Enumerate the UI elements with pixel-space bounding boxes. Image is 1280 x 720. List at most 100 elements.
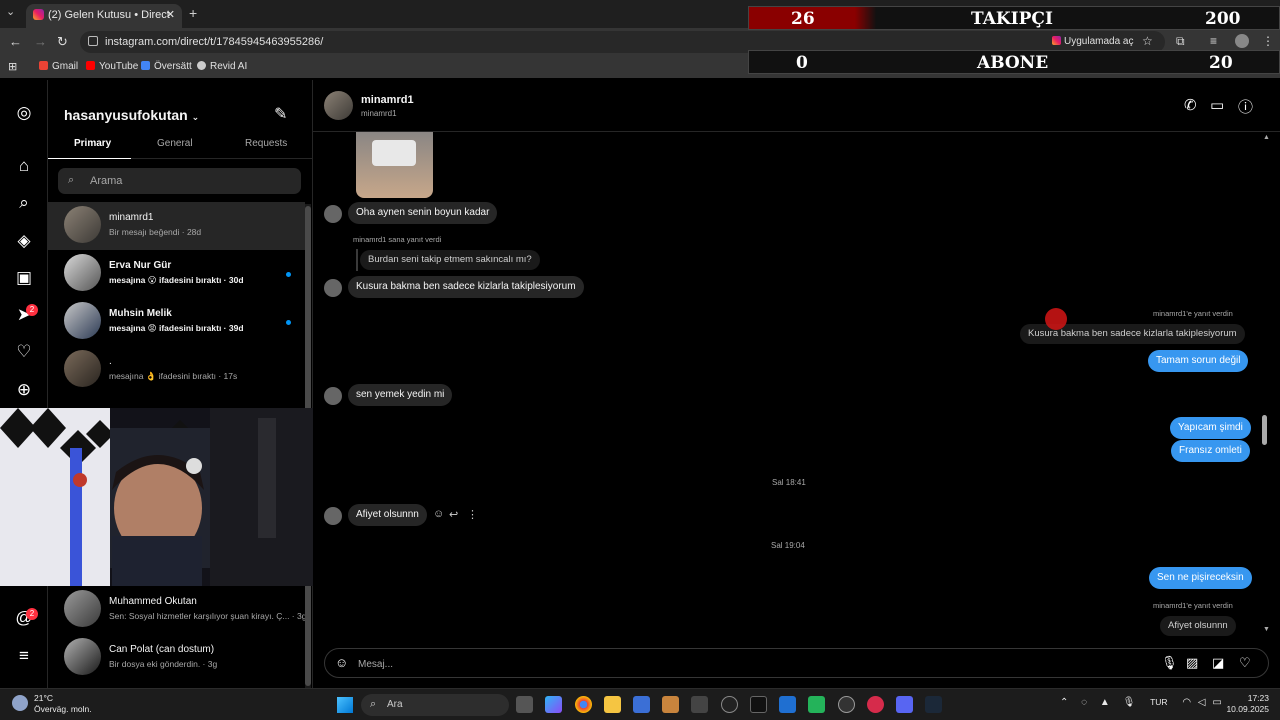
replied-quote[interactable]: Burdan seni takip etmem sakıncalı mı? [360,250,540,270]
conversation-item[interactable]: Muhammed Okutan Sen: Sosyal hizmetler ka… [48,586,306,634]
wifi-icon[interactable]: ◠ [1182,697,1191,708]
reply-arrow-icon[interactable]: ↩ [449,508,458,521]
chatgpt-icon[interactable] [721,696,738,713]
tray-app-icon[interactable]: ▲ [1100,697,1110,708]
bookmark-star-icon[interactable]: ☆ [1142,34,1153,48]
reading-list-icon[interactable]: ≡ [1210,34,1217,48]
profile-avatar[interactable] [1235,34,1249,48]
weather-cloud-icon[interactable] [12,695,28,711]
tab-primary[interactable]: Primary [74,138,111,149]
task-view-icon[interactable] [516,696,533,713]
new-message-icon[interactable]: ✎ [274,104,287,124]
like-heart-icon[interactable]: ♡ [1239,655,1251,671]
windows-start-icon[interactable] [337,697,353,713]
bookmark-gmail[interactable]: Gmail [39,61,78,72]
home-icon[interactable]: ⌂ [14,156,34,176]
react-emoji-icon[interactable]: ☺ [433,508,444,520]
microphone-icon[interactable]: 🎙 [1161,655,1178,671]
close-tab-icon[interactable]: ✕ [166,8,175,21]
message-input[interactable] [358,656,1058,672]
replied-quote[interactable]: Afiyet olsunnn [1160,616,1236,636]
avatar [64,590,101,627]
tab-title: (2) Gelen Kutusu • Direct [48,9,170,21]
search-icon[interactable]: ⌕ [14,193,34,213]
scroll-up-icon[interactable]: ▲ [1263,134,1270,141]
language-indicator[interactable]: TUR [1150,697,1167,707]
account-username[interactable]: hasanyusufokutan ⌄ [64,107,199,123]
more-options-icon[interactable]: ⋮ [467,508,478,521]
message-composer[interactable]: ☺ 🎙 ▨ ◪ ♡ [324,648,1269,678]
green-app-icon[interactable] [808,696,825,713]
tray-app-icon[interactable]: ◌ [1081,697,1087,708]
editor-icon[interactable] [779,696,796,713]
bookmark-translate[interactable]: Översätt [141,61,192,72]
search-box[interactable]: ⌕ [58,168,301,194]
extensions-icon[interactable]: ⧉ [1176,34,1185,49]
site-info-icon[interactable] [88,36,98,46]
forward-icon[interactable]: → [34,34,47,49]
reply-note: minamrd1 sana yanıt verdi [353,235,442,244]
create-icon[interactable]: ⊕ [14,380,34,400]
notifications-heart-icon[interactable]: ♡ [14,342,34,362]
app-icon[interactable] [691,696,708,713]
bookmark-youtube[interactable]: YouTube [86,61,138,72]
system-tray[interactable]: ⌃ ◌ ▲ 🎙 TUR ◠ ◁ ▭ [1060,697,1222,708]
battery-icon[interactable]: ▭ [1212,697,1221,708]
weather-widget[interactable]: 21°C Överväg. moln. [34,693,92,715]
chat-scrollbar-thumb[interactable] [1262,415,1267,445]
recording-app-icon[interactable] [867,696,884,713]
tab-general[interactable]: General [157,138,193,149]
mic-icon[interactable]: 🎙 [1123,697,1136,708]
apps-grid-icon[interactable]: ⊞ [8,60,17,73]
steam-icon[interactable] [925,696,942,713]
peer-avatar[interactable] [324,91,353,120]
chrome-icon[interactable] [575,696,592,713]
obs-icon[interactable] [838,696,855,713]
conversation-name: Can Polat (can dostum) [109,644,215,655]
browser-menu-icon[interactable]: ⋮ [1262,34,1274,48]
conversation-item[interactable]: . mesajına 👌 ifadesini bıraktı · 17s [48,346,305,394]
conversation-item[interactable]: Can Polat (can dostum) Bir dosya eki gön… [48,634,305,682]
incoming-message: Kusura bakma ben sadece kizlarla takiple… [348,276,584,298]
back-icon[interactable]: ← [9,34,22,49]
scroll-down-icon[interactable]: ▼ [1263,626,1270,633]
clock-time: 17:23 [1247,693,1269,703]
shared-photo[interactable] [356,132,433,198]
explore-icon[interactable]: ◈ [14,231,34,251]
conversation-item[interactable]: minamrd1 Bir mesajı beğendi · 28d [48,202,305,250]
search-input[interactable] [90,172,290,190]
discord-icon[interactable] [896,696,913,713]
image-upload-icon[interactable]: ▨ [1186,655,1198,671]
weather-description: Överväg. moln. [34,704,92,714]
bookmark-revid[interactable]: Revid AI [197,61,247,72]
store-icon[interactable] [633,696,650,713]
phone-call-icon[interactable]: ✆ [1184,96,1197,114]
reels-icon[interactable]: ▣ [14,268,34,288]
instagram-logo-icon[interactable]: ◎ [14,103,34,123]
more-menu-icon[interactable]: ≡ [14,646,34,666]
video-call-icon[interactable]: ▭ [1210,96,1224,114]
conversation-name: Muhsin Melik [109,308,172,319]
volume-icon[interactable]: ◁ [1198,697,1206,708]
outgoing-message: Fransız omleti [1171,440,1250,462]
browser-tab[interactable]: (2) Gelen Kutusu • Direct ✕ [26,4,182,28]
new-tab-icon[interactable]: + [189,5,197,21]
open-in-app-button[interactable]: Uygulamada aç [1052,36,1133,47]
conversation-item[interactable]: Muhsin Melik mesajına 😡 ifadesini bırakt… [48,298,305,346]
inbox-panel: hasanyusufokutan ⌄ ✎ Primary General Req… [48,80,313,688]
tab-requests[interactable]: Requests [245,138,287,149]
conversation-item[interactable]: Erva Nur Gür mesajına 😮 ifadesini bırakt… [48,250,305,298]
tray-overflow-icon[interactable]: ⌃ [1060,697,1068,708]
game-app-icon[interactable] [662,696,679,713]
tab-search-icon[interactable]: ⌄ [6,5,15,18]
emoji-icon[interactable]: ☺ [335,655,348,670]
peer-name[interactable]: minamrd1 [361,94,414,106]
info-icon[interactable]: ⓘ [1238,96,1253,117]
reload-icon[interactable]: ↻ [57,34,68,50]
copilot-icon[interactable] [545,696,562,713]
clock[interactable]: 17:23 10.09.2025 [1224,693,1269,715]
taskbar-search[interactable]: ⌕ Ara [361,694,509,716]
sticker-icon[interactable]: ◪ [1212,655,1224,671]
tiktok-icon[interactable] [750,696,767,713]
file-explorer-icon[interactable] [604,696,621,713]
